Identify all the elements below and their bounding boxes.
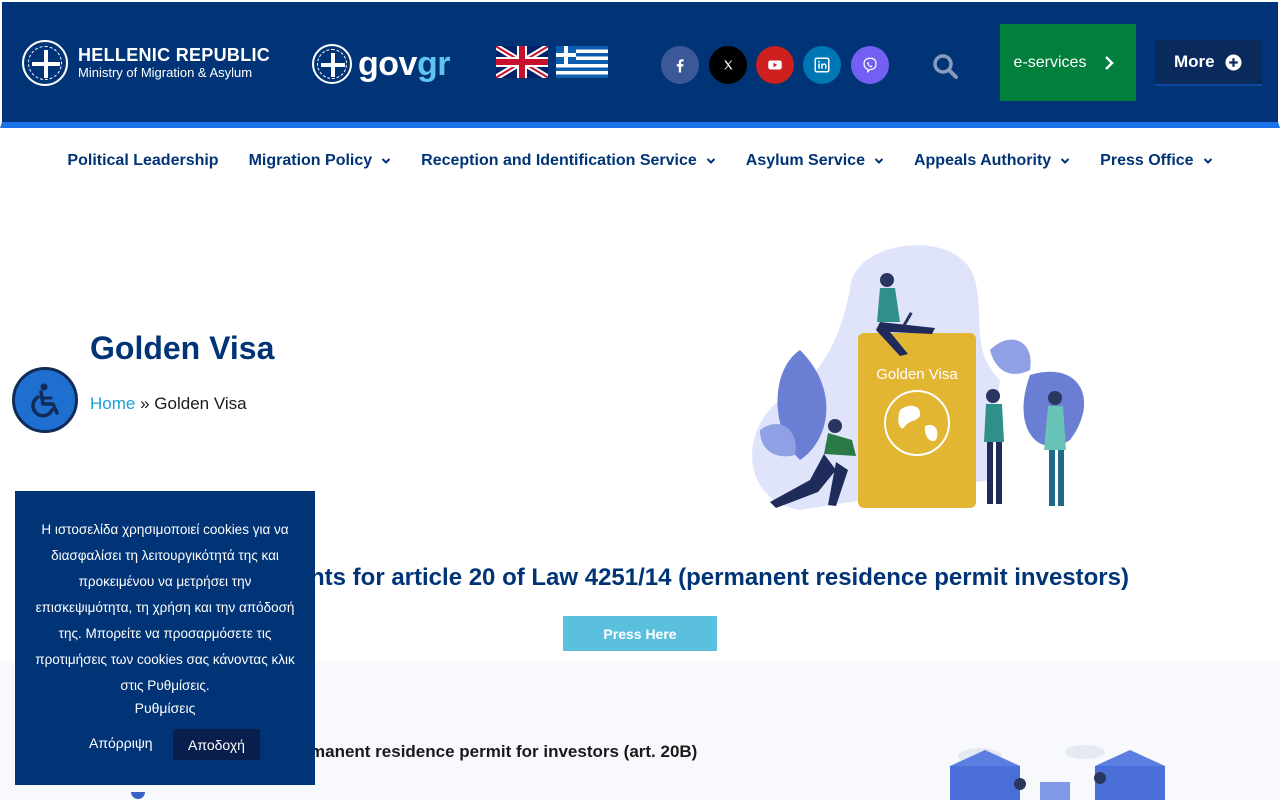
- govgr-wordmark: govgr: [358, 45, 450, 84]
- cookie-settings-link[interactable]: Ρυθμίσεις: [15, 700, 315, 716]
- youtube-icon[interactable]: [756, 46, 794, 84]
- english-flag-icon[interactable]: [496, 46, 548, 78]
- ministry-logo-text: HELLENIC REPUBLIC Ministry of Migration …: [78, 44, 271, 80]
- chevron-down-icon: [874, 158, 884, 164]
- cookie-banner: Η ιστοσελίδα χρησιμοποιεί cookies για να…: [15, 491, 315, 785]
- cookie-reject-button[interactable]: Απόρριψη: [89, 735, 153, 751]
- nav-label: Reception and Identification Service: [421, 152, 697, 169]
- nav-appeals-authority[interactable]: Appeals Authority: [899, 152, 1085, 170]
- main-nav: Political Leadership Migration Policy Re…: [0, 128, 1280, 194]
- govgr-gov: gov: [358, 44, 417, 83]
- nav-label: Political Leadership: [67, 152, 219, 169]
- press-here-button[interactable]: Press Here: [563, 616, 717, 651]
- linkedin-icon[interactable]: [803, 46, 841, 84]
- golden-visa-illustration: Golden Visa: [752, 245, 1085, 510]
- chevron-down-icon: [706, 158, 715, 164]
- chevron-down-icon: [1060, 158, 1070, 164]
- page-title: Golden Visa: [90, 330, 275, 366]
- investors-illustration: [950, 745, 1165, 800]
- chevron-down-icon: [1203, 158, 1212, 164]
- viber-icon[interactable]: [851, 46, 889, 84]
- logo-line2: Ministry of Migration & Asylum: [78, 64, 253, 80]
- eservices-label: e-services: [1013, 53, 1087, 71]
- eservices-button[interactable]: e-services: [1000, 24, 1136, 104]
- govgr-gr: gr: [416, 44, 451, 83]
- nav-reception-identification[interactable]: Reception and Identification Service: [406, 152, 731, 170]
- nav-asylum-service[interactable]: Asylum Service: [731, 152, 899, 170]
- nav-label: Press Office: [1100, 152, 1194, 169]
- accessibility-button[interactable]: [12, 367, 78, 433]
- breadcrumb-home-link[interactable]: Home: [90, 394, 135, 413]
- govgr-logo[interactable]: govgr: [312, 44, 450, 84]
- nav-label: Appeals Authority: [913, 152, 1052, 169]
- x-icon[interactable]: [709, 46, 747, 84]
- chevron-right-icon: [1105, 56, 1114, 70]
- cookie-accept-button[interactable]: Αποδοχή: [173, 729, 260, 760]
- nav-political-leadership[interactable]: Political Leadership: [52, 152, 233, 170]
- ministry-logo[interactable]: HELLENIC REPUBLIC Ministry of Migration …: [22, 40, 270, 86]
- documents-heading: nts for article 20 of Law 4251/14 (perma…: [310, 564, 1129, 591]
- more-label: More: [1174, 52, 1215, 71]
- chevron-down-icon: [381, 158, 391, 164]
- nav-label: Asylum Service: [745, 152, 865, 169]
- facebook-icon[interactable]: [661, 46, 699, 84]
- nav-label: Migration Policy: [248, 152, 373, 169]
- greek-flag-icon[interactable]: [556, 46, 608, 78]
- breadcrumb: Home » Golden Visa: [90, 394, 247, 414]
- permit-subheading: manent residence permit for investors (a…: [310, 742, 698, 761]
- nav-press-office[interactable]: Press Office: [1085, 152, 1227, 170]
- cookie-message: Η ιστοσελίδα χρησιμοποιεί cookies για να…: [35, 522, 295, 693]
- bullet-icon: [131, 792, 145, 799]
- search-icon[interactable]: [931, 52, 959, 80]
- nav-migration-policy[interactable]: Migration Policy: [234, 152, 407, 170]
- site-header: HELLENIC REPUBLIC Ministry of Migration …: [0, 0, 1280, 128]
- illustration-label: Golden Visa: [876, 366, 958, 383]
- more-button[interactable]: More: [1155, 40, 1262, 86]
- breadcrumb-separator: »: [140, 394, 150, 413]
- greek-emblem-icon: [22, 40, 68, 86]
- plus-circle-icon: [1225, 54, 1242, 71]
- govgr-emblem-icon: [312, 44, 352, 84]
- logo-line1: HELLENIC REPUBLIC: [78, 44, 271, 65]
- breadcrumb-current: Golden Visa: [154, 394, 247, 413]
- wheelchair-icon: [31, 383, 59, 418]
